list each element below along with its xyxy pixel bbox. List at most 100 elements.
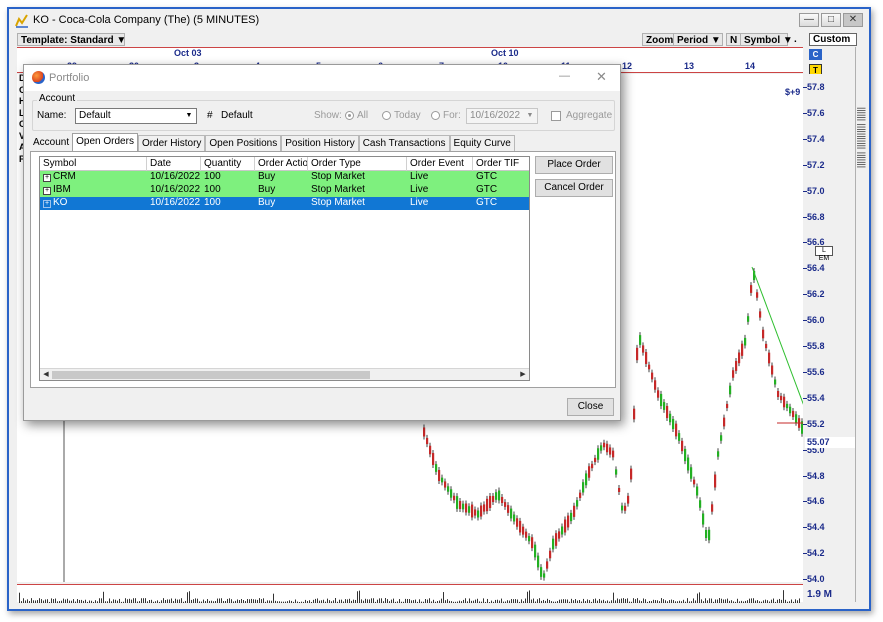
- dot-button[interactable]: .: [791, 33, 800, 46]
- horizontal-scrollbar[interactable]: ◀ ▶: [40, 368, 529, 380]
- volume-bar: [243, 600, 244, 603]
- volume-bar: [363, 600, 364, 603]
- candle-body: [519, 520, 522, 533]
- scale-marker[interactable]: L EM: [815, 246, 833, 262]
- volume-bar: [291, 600, 292, 603]
- volume-bar: [567, 599, 568, 603]
- volume-bar: [581, 601, 582, 603]
- volume-bar: [141, 598, 142, 603]
- volume-bar: [261, 599, 262, 603]
- tab-position-history[interactable]: Position History: [281, 135, 359, 151]
- template-dropdown[interactable]: Template: Standard ▼: [17, 33, 126, 46]
- orders-grid[interactable]: Symbol Date Quantity Order Actio Order T…: [39, 156, 530, 381]
- tab-open-orders[interactable]: Open Orders: [72, 133, 138, 151]
- volume-bar: [387, 599, 388, 603]
- tab-order-history[interactable]: Order History: [137, 135, 206, 151]
- volume-bar: [585, 601, 586, 603]
- tab-cash-transactions[interactable]: Cash Transactions: [358, 135, 450, 151]
- volume-bar: [531, 599, 532, 603]
- expand-icon[interactable]: +: [43, 187, 51, 195]
- column-header-order-action[interactable]: Order Actio: [255, 157, 308, 171]
- close-icon[interactable]: ✕: [596, 69, 607, 85]
- volume-bar: [277, 601, 278, 603]
- column-header-date[interactable]: Date: [147, 157, 201, 171]
- side-panel[interactable]: |||||| ||||||||||| |||||||: [855, 47, 869, 602]
- symbol-value: IBM: [53, 184, 71, 195]
- volume-bar: [633, 598, 634, 603]
- minimize-icon[interactable]: —: [559, 70, 570, 82]
- candle-body: [444, 481, 447, 488]
- n-button[interactable]: N: [726, 33, 742, 46]
- tab-equity-curve[interactable]: Equity Curve: [449, 135, 515, 151]
- tab-open-positions[interactable]: Open Positions: [205, 135, 282, 151]
- volume-bar: [265, 601, 266, 603]
- volume-bar: [55, 598, 56, 603]
- close-window-button[interactable]: ✕: [843, 13, 863, 27]
- account-name-select[interactable]: Default ▼: [75, 108, 197, 124]
- column-header-symbol[interactable]: Symbol: [40, 157, 147, 171]
- volume-bar: [121, 601, 122, 603]
- volume-bar: [245, 601, 246, 603]
- volume-bar: [35, 600, 36, 603]
- volume-bar: [187, 592, 188, 603]
- period-dropdown[interactable]: Period ▼: [673, 33, 723, 46]
- candle-body: [657, 390, 660, 398]
- order-row-crm[interactable]: + CRM 10/16/2022 100 Buy Stop Market Live…: [40, 171, 529, 184]
- column-header-order-event[interactable]: Order Event: [407, 157, 473, 171]
- show-all-radio[interactable]: [345, 111, 354, 120]
- volume-bar: [593, 599, 594, 603]
- volume-pane[interactable]: [17, 584, 803, 603]
- dialog-title: Portfolio: [49, 72, 90, 84]
- scroll-right-icon[interactable]: ▶: [517, 369, 529, 380]
- candle-body: [546, 561, 549, 569]
- symbol-dropdown[interactable]: Symbol ▼: [740, 33, 793, 46]
- cancel-order-button[interactable]: Cancel Order: [535, 179, 613, 197]
- volume-bar: [275, 600, 276, 603]
- volume-bar: [637, 598, 638, 603]
- minimize-button[interactable]: —: [799, 13, 819, 27]
- scroll-thumb[interactable]: [52, 371, 370, 379]
- column-header-quantity[interactable]: Quantity: [201, 157, 255, 171]
- close-button[interactable]: Close: [567, 398, 614, 416]
- volume-bar: [739, 601, 740, 603]
- volume-bar: [457, 601, 458, 603]
- custom-button[interactable]: Custom: [809, 33, 857, 46]
- zoom-button[interactable]: Zoom: [642, 33, 678, 46]
- volume-bar: [535, 601, 536, 603]
- price-axis[interactable]: 57.8 57.6 57.4 57.2 57.0 56.8 56.6 56.4 56.2 56.0…: [803, 74, 859, 602]
- volume-bar: [797, 600, 798, 603]
- order-row-ibm[interactable]: + IBM 10/16/2022 100 Buy Stop Market Live…: [40, 184, 529, 197]
- volume-bar: [271, 600, 272, 603]
- expand-icon[interactable]: +: [43, 200, 51, 208]
- show-for-radio[interactable]: [431, 111, 440, 120]
- candle-body: [483, 504, 486, 512]
- event-cell: Live: [410, 171, 429, 182]
- candle-body: [789, 406, 792, 414]
- show-today-radio[interactable]: [382, 111, 391, 120]
- maximize-button[interactable]: □: [821, 13, 841, 27]
- candle-body: [669, 413, 672, 423]
- aggregate-checkbox[interactable]: [551, 111, 561, 121]
- portfolio-tabs: Account Open Orders Order History Open P…: [30, 133, 515, 151]
- volume-bar: [191, 599, 192, 603]
- order-row-ko[interactable]: + KO 10/16/2022 100 Buy Stop Market Live …: [40, 197, 529, 210]
- expand-icon[interactable]: +: [43, 174, 51, 182]
- candle-body: [474, 509, 477, 516]
- volume-bar: [89, 600, 90, 603]
- column-header-order-tif[interactable]: Order TIF: [473, 157, 529, 171]
- c-badge[interactable]: C: [809, 49, 822, 60]
- volume-bar: [547, 598, 548, 603]
- candle-body: [513, 514, 516, 522]
- scroll-left-icon[interactable]: ◀: [40, 369, 52, 380]
- place-order-button[interactable]: Place Order: [535, 156, 613, 174]
- price-tick-label: 56.0: [803, 315, 825, 326]
- volume-bar: [697, 593, 698, 603]
- volume-bar: [467, 601, 468, 603]
- volume-bar: [401, 601, 402, 603]
- column-header-order-type[interactable]: Order Type: [308, 157, 407, 171]
- volume-bar: [737, 598, 738, 603]
- for-date-picker[interactable]: 10/16/2022 ▼: [466, 108, 538, 124]
- volume-bar: [381, 598, 382, 603]
- candle-body: [606, 443, 609, 453]
- tab-account[interactable]: Account: [30, 135, 72, 151]
